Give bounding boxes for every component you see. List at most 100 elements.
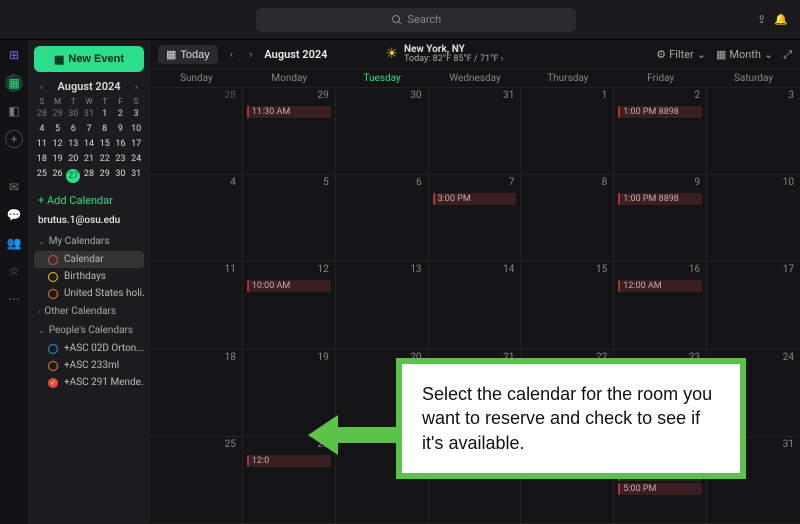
calendar-label: +ASC 02D Orton...: [64, 343, 144, 354]
day-cell[interactable]: 10: [707, 175, 800, 262]
day-number: 31: [783, 439, 794, 450]
event-chip[interactable]: 1:00 PM 8898: [618, 193, 702, 205]
day-cell[interactable]: 19: [243, 350, 336, 437]
rail-star-icon[interactable]: ☆: [5, 262, 23, 280]
mini-month-label: August 2024: [58, 80, 121, 93]
calendar-item[interactable]: United States holi...: [34, 285, 144, 302]
rail-mail-icon[interactable]: ✉: [5, 178, 23, 196]
weather-detail: Today: 82°F 85°F / 71°F: [404, 54, 498, 64]
next-month-icon[interactable]: ›: [245, 48, 256, 61]
day-cell[interactable]: 5: [243, 175, 336, 262]
event-chip[interactable]: 12:0: [247, 455, 331, 467]
rail-home-icon[interactable]: ⊞: [5, 46, 23, 64]
mini-prev-icon[interactable]: ‹: [38, 80, 45, 93]
calendar-label: +ASC 233ml: [64, 360, 119, 371]
search-box[interactable]: Search: [256, 8, 576, 32]
day-cell[interactable]: 31: [429, 88, 522, 175]
event-chip[interactable]: 1:00 PM 8898: [618, 106, 702, 118]
group-other-calendars[interactable]: ›Other Calendars: [34, 302, 144, 321]
day-cell[interactable]: 2 1:00 PM 8898: [614, 88, 707, 175]
add-calendar-link[interactable]: + Add Calendar: [34, 184, 144, 213]
day-number: 2: [695, 90, 701, 101]
new-event-label: New Event: [68, 53, 124, 65]
month-label: August 2024: [264, 48, 327, 61]
day-number: 11: [225, 264, 236, 275]
calendar-label: Birthdays: [64, 271, 106, 282]
mini-dow-row: SMTWTFS: [34, 97, 144, 106]
sidebar: ▦ New Event ‹ August 2024 › SMTWTFS 2829…: [28, 40, 150, 524]
day-cell[interactable]: 4: [150, 175, 243, 262]
chevron-right-icon: ›: [38, 307, 40, 316]
calendar-label: United States holi...: [64, 288, 144, 299]
event-chip[interactable]: 5:00 PM: [618, 483, 702, 495]
day-cell[interactable]: 18: [150, 350, 243, 437]
sun-icon: ☀: [385, 47, 398, 62]
day-cell[interactable]: 14: [429, 262, 522, 349]
weather-widget[interactable]: ☀ New York, NYToday: 82°F 85°F / 71°F ›: [385, 44, 503, 65]
notification-icon[interactable]: 🔔: [774, 13, 788, 26]
account-label[interactable]: brutus.1@osu.edu: [34, 213, 144, 232]
grid-icon: ▦: [716, 48, 726, 61]
calendar-item[interactable]: +ASC 233ml: [34, 357, 144, 374]
day-cell[interactable]: 26 12:0: [243, 437, 336, 524]
rail-unknown-icon[interactable]: ◧: [5, 102, 23, 120]
rail-chat-icon[interactable]: 💬: [5, 206, 23, 224]
day-cell[interactable]: 15: [521, 262, 614, 349]
calendar-item[interactable]: Birthdays: [34, 268, 144, 285]
day-number: 14: [503, 264, 514, 275]
day-cell[interactable]: 1210:00 AM: [243, 262, 336, 349]
day-cell[interactable]: 25: [150, 437, 243, 524]
event-chip[interactable]: 11:30 AM: [247, 106, 331, 118]
expand-icon[interactable]: ⤢: [783, 48, 792, 62]
day-cell[interactable]: 28: [150, 88, 243, 175]
day-number: 26: [317, 439, 328, 450]
day-number: 7: [509, 177, 515, 188]
rail-people-icon[interactable]: 👥: [5, 234, 23, 252]
day-cell[interactable]: 11: [150, 262, 243, 349]
calendar-color-icon: [48, 289, 58, 299]
day-number: 6: [416, 177, 422, 188]
day-cell[interactable]: 7 3:00 PM: [429, 175, 522, 262]
today-button[interactable]: ▦Today: [158, 45, 218, 64]
filter-dropdown[interactable]: ⚙Filter⌄: [656, 48, 706, 61]
group-my-calendars[interactable]: ⌄My Calendars: [34, 232, 144, 251]
weekday-header: SundayMondayTuesdayWednesdayThursdayFrid…: [150, 70, 800, 88]
day-cell[interactable]: 16 12:00 AM: [614, 262, 707, 349]
day-cell[interactable]: 8: [521, 175, 614, 262]
day-cell[interactable]: 91:00 PM 8898: [614, 175, 707, 262]
day-cell[interactable]: 17: [707, 262, 800, 349]
day-number: 18: [225, 352, 236, 363]
rail-add-icon[interactable]: +: [5, 130, 23, 148]
view-dropdown[interactable]: ▦Month⌄: [716, 48, 773, 61]
rail-calendar-icon[interactable]: ▦: [5, 74, 23, 92]
day-number: 16: [689, 264, 700, 275]
search-icon: [391, 14, 403, 26]
calendar-icon: ▦: [166, 48, 176, 61]
event-chip[interactable]: 3:00 PM: [433, 193, 517, 205]
top-bar: Search ⇪ 🔔: [0, 0, 800, 40]
event-chip[interactable]: 12:00 AM: [618, 280, 702, 292]
new-event-button[interactable]: ▦ New Event: [34, 46, 144, 72]
rail-more-icon[interactable]: ⋯: [5, 290, 23, 308]
day-cell[interactable]: 3: [707, 88, 800, 175]
prev-month-icon[interactable]: ‹: [226, 48, 237, 61]
day-cell[interactable]: 6: [336, 175, 429, 262]
calendar-item[interactable]: ✓+ASC 291 Mende...: [34, 374, 144, 391]
filter-icon: ⚙: [656, 48, 666, 61]
share-icon[interactable]: ⇪: [757, 13, 766, 26]
calendar-item[interactable]: +ASC 02D Orton...: [34, 340, 144, 357]
day-cell[interactable]: 1: [521, 88, 614, 175]
event-chip[interactable]: 10:00 AM: [247, 280, 331, 292]
calendar-color-icon: [48, 344, 58, 354]
mini-calendar-grid[interactable]: 2829303112345678910111213141516171819202…: [34, 108, 144, 184]
calendar-color-icon: [48, 272, 58, 282]
day-number: 30: [410, 90, 421, 101]
day-cell[interactable]: 2911:30 AM: [243, 88, 336, 175]
day-cell[interactable]: 13: [336, 262, 429, 349]
group-peoples-calendars[interactable]: ⌄People's Calendars: [34, 321, 144, 340]
day-number: 1: [602, 90, 608, 101]
day-number: 15: [596, 264, 607, 275]
mini-next-icon[interactable]: ›: [133, 80, 140, 93]
day-cell[interactable]: 30: [336, 88, 429, 175]
calendar-item[interactable]: Calendar: [34, 251, 144, 268]
